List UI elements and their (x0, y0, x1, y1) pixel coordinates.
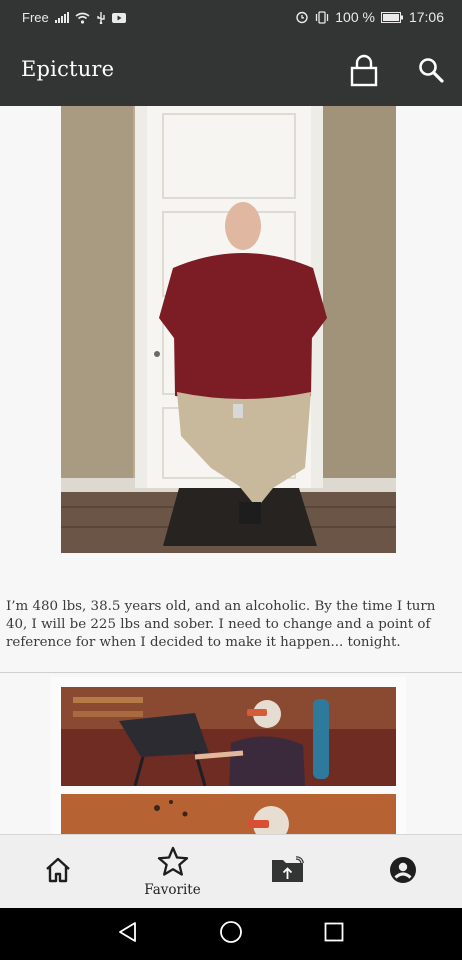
post-image-2[interactable] (61, 687, 396, 834)
search-icon (417, 56, 445, 88)
status-bar: Free 100 % 17:06 (0, 0, 462, 36)
bottom-navigation: Favorite (0, 834, 462, 908)
status-right: 100 % 17:06 (295, 9, 444, 25)
video-icon (111, 12, 126, 23)
lock-icon (350, 53, 378, 91)
battery-icon (380, 11, 403, 23)
system-recents-button[interactable] (317, 918, 351, 950)
nav-upload[interactable] (230, 835, 345, 909)
illustration-panel-bottom (61, 794, 396, 834)
app-bar: Epicture (0, 36, 462, 106)
nav-favorite-label: Favorite (144, 882, 201, 898)
back-icon (117, 921, 139, 947)
post-image[interactable] (61, 106, 396, 553)
image-feed[interactable]: I’m 480 lbs, 38.5 years old, and an alco… (0, 106, 462, 834)
nav-favorite[interactable]: Favorite (115, 835, 230, 909)
app-screen: Free 100 % 17:06 Epicture I’m 480 lbs, 3… (0, 0, 462, 960)
battery-percent: 100 % (335, 9, 375, 25)
account-icon (389, 856, 417, 888)
signal-icon (54, 12, 69, 23)
home-circle-icon (219, 920, 243, 948)
system-back-button[interactable] (111, 918, 145, 950)
wifi-icon (75, 12, 90, 24)
star-icon (157, 846, 189, 880)
vibrate-icon (315, 10, 329, 24)
recents-icon (324, 922, 344, 946)
post-divider (0, 672, 462, 673)
post-caption: I’m 480 lbs, 38.5 years old, and an alco… (6, 599, 436, 650)
clock: 17:06 (408, 9, 444, 25)
search-button[interactable] (409, 50, 453, 94)
nav-home[interactable] (0, 835, 115, 909)
illustration-panel-top (61, 687, 396, 786)
lock-button[interactable] (342, 50, 386, 94)
carrier-label: Free (22, 10, 49, 25)
usb-icon (96, 11, 106, 24)
system-navigation-bar (0, 908, 462, 960)
app-title: Epicture (21, 57, 115, 81)
alarm-icon (295, 10, 309, 24)
home-icon (44, 857, 72, 887)
system-home-button[interactable] (214, 918, 248, 950)
nav-account[interactable] (345, 835, 460, 909)
folder-upload-icon (271, 856, 305, 888)
status-left: Free (22, 10, 126, 25)
